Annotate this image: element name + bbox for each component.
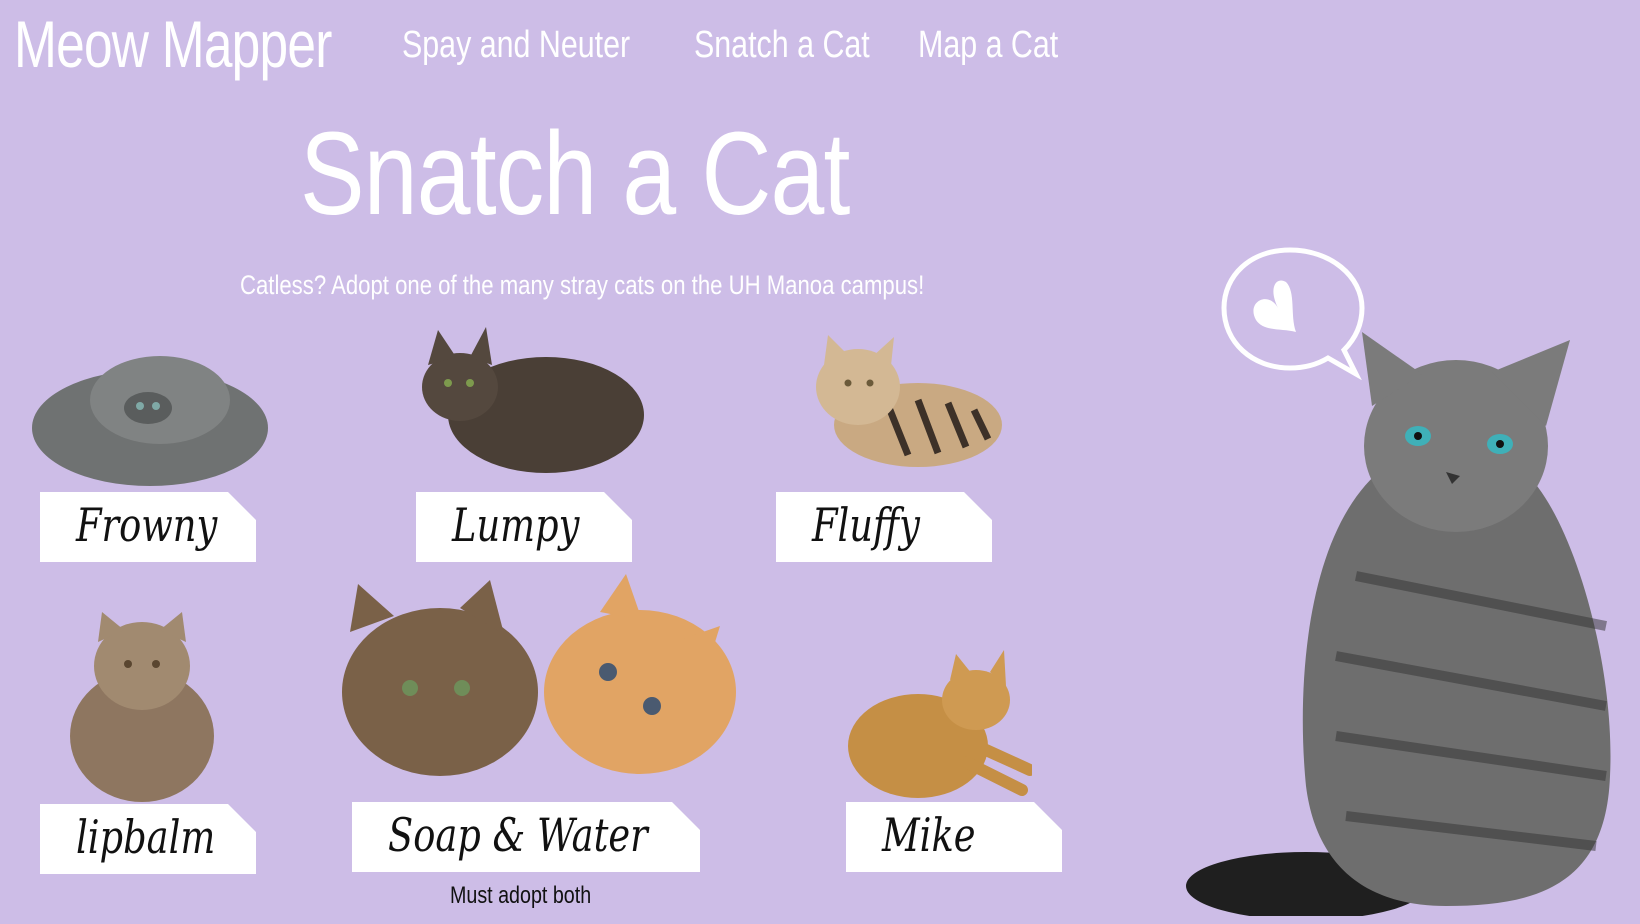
cat-card-lumpy[interactable]: Lumpy (416, 492, 632, 562)
sitting-cat-illustration (1186, 332, 1611, 916)
cat-name-mike: Mike (882, 808, 976, 862)
cat-card-soap-and-water[interactable]: Soap & Water (352, 802, 700, 872)
cat-card-mike[interactable]: Mike (846, 802, 1062, 872)
cat-card-frowny[interactable]: Frowny (40, 492, 256, 562)
cat-name-lumpy: Lumpy (452, 498, 580, 552)
cat-name-fluffy: Fluffy (812, 498, 920, 552)
cat-name-soap-and-water: Soap & Water (388, 808, 648, 862)
cat-name-lipbalm: lipbalm (76, 810, 216, 864)
site-logo[interactable]: Meow Mapper (14, 6, 332, 82)
page-subtitle: Catless? Adopt one of the many stray cat… (240, 270, 925, 300)
cat-photo-lipbalm[interactable] (62, 606, 222, 802)
cat-photo-frowny[interactable] (30, 340, 270, 490)
cat-name-frowny: Frowny (76, 498, 218, 552)
cat-photo-fluffy[interactable] (798, 335, 1004, 470)
nav-spay-and-neuter[interactable]: Spay and Neuter (402, 24, 630, 67)
cat-card-fluffy[interactable]: Fluffy (776, 492, 992, 562)
nav-map-a-cat[interactable]: Map a Cat (918, 24, 1058, 67)
cat-photo-soap-and-water[interactable] (340, 572, 746, 778)
cat-photo-mike[interactable] (846, 650, 1032, 802)
nav-snatch-a-cat[interactable]: Snatch a Cat (694, 24, 870, 67)
page-title: Snatch a Cat (300, 108, 850, 240)
cat-photo-lumpy[interactable] (408, 325, 644, 475)
adopt-both-note: Must adopt both (450, 882, 592, 909)
cat-card-lipbalm[interactable]: lipbalm (40, 804, 256, 874)
